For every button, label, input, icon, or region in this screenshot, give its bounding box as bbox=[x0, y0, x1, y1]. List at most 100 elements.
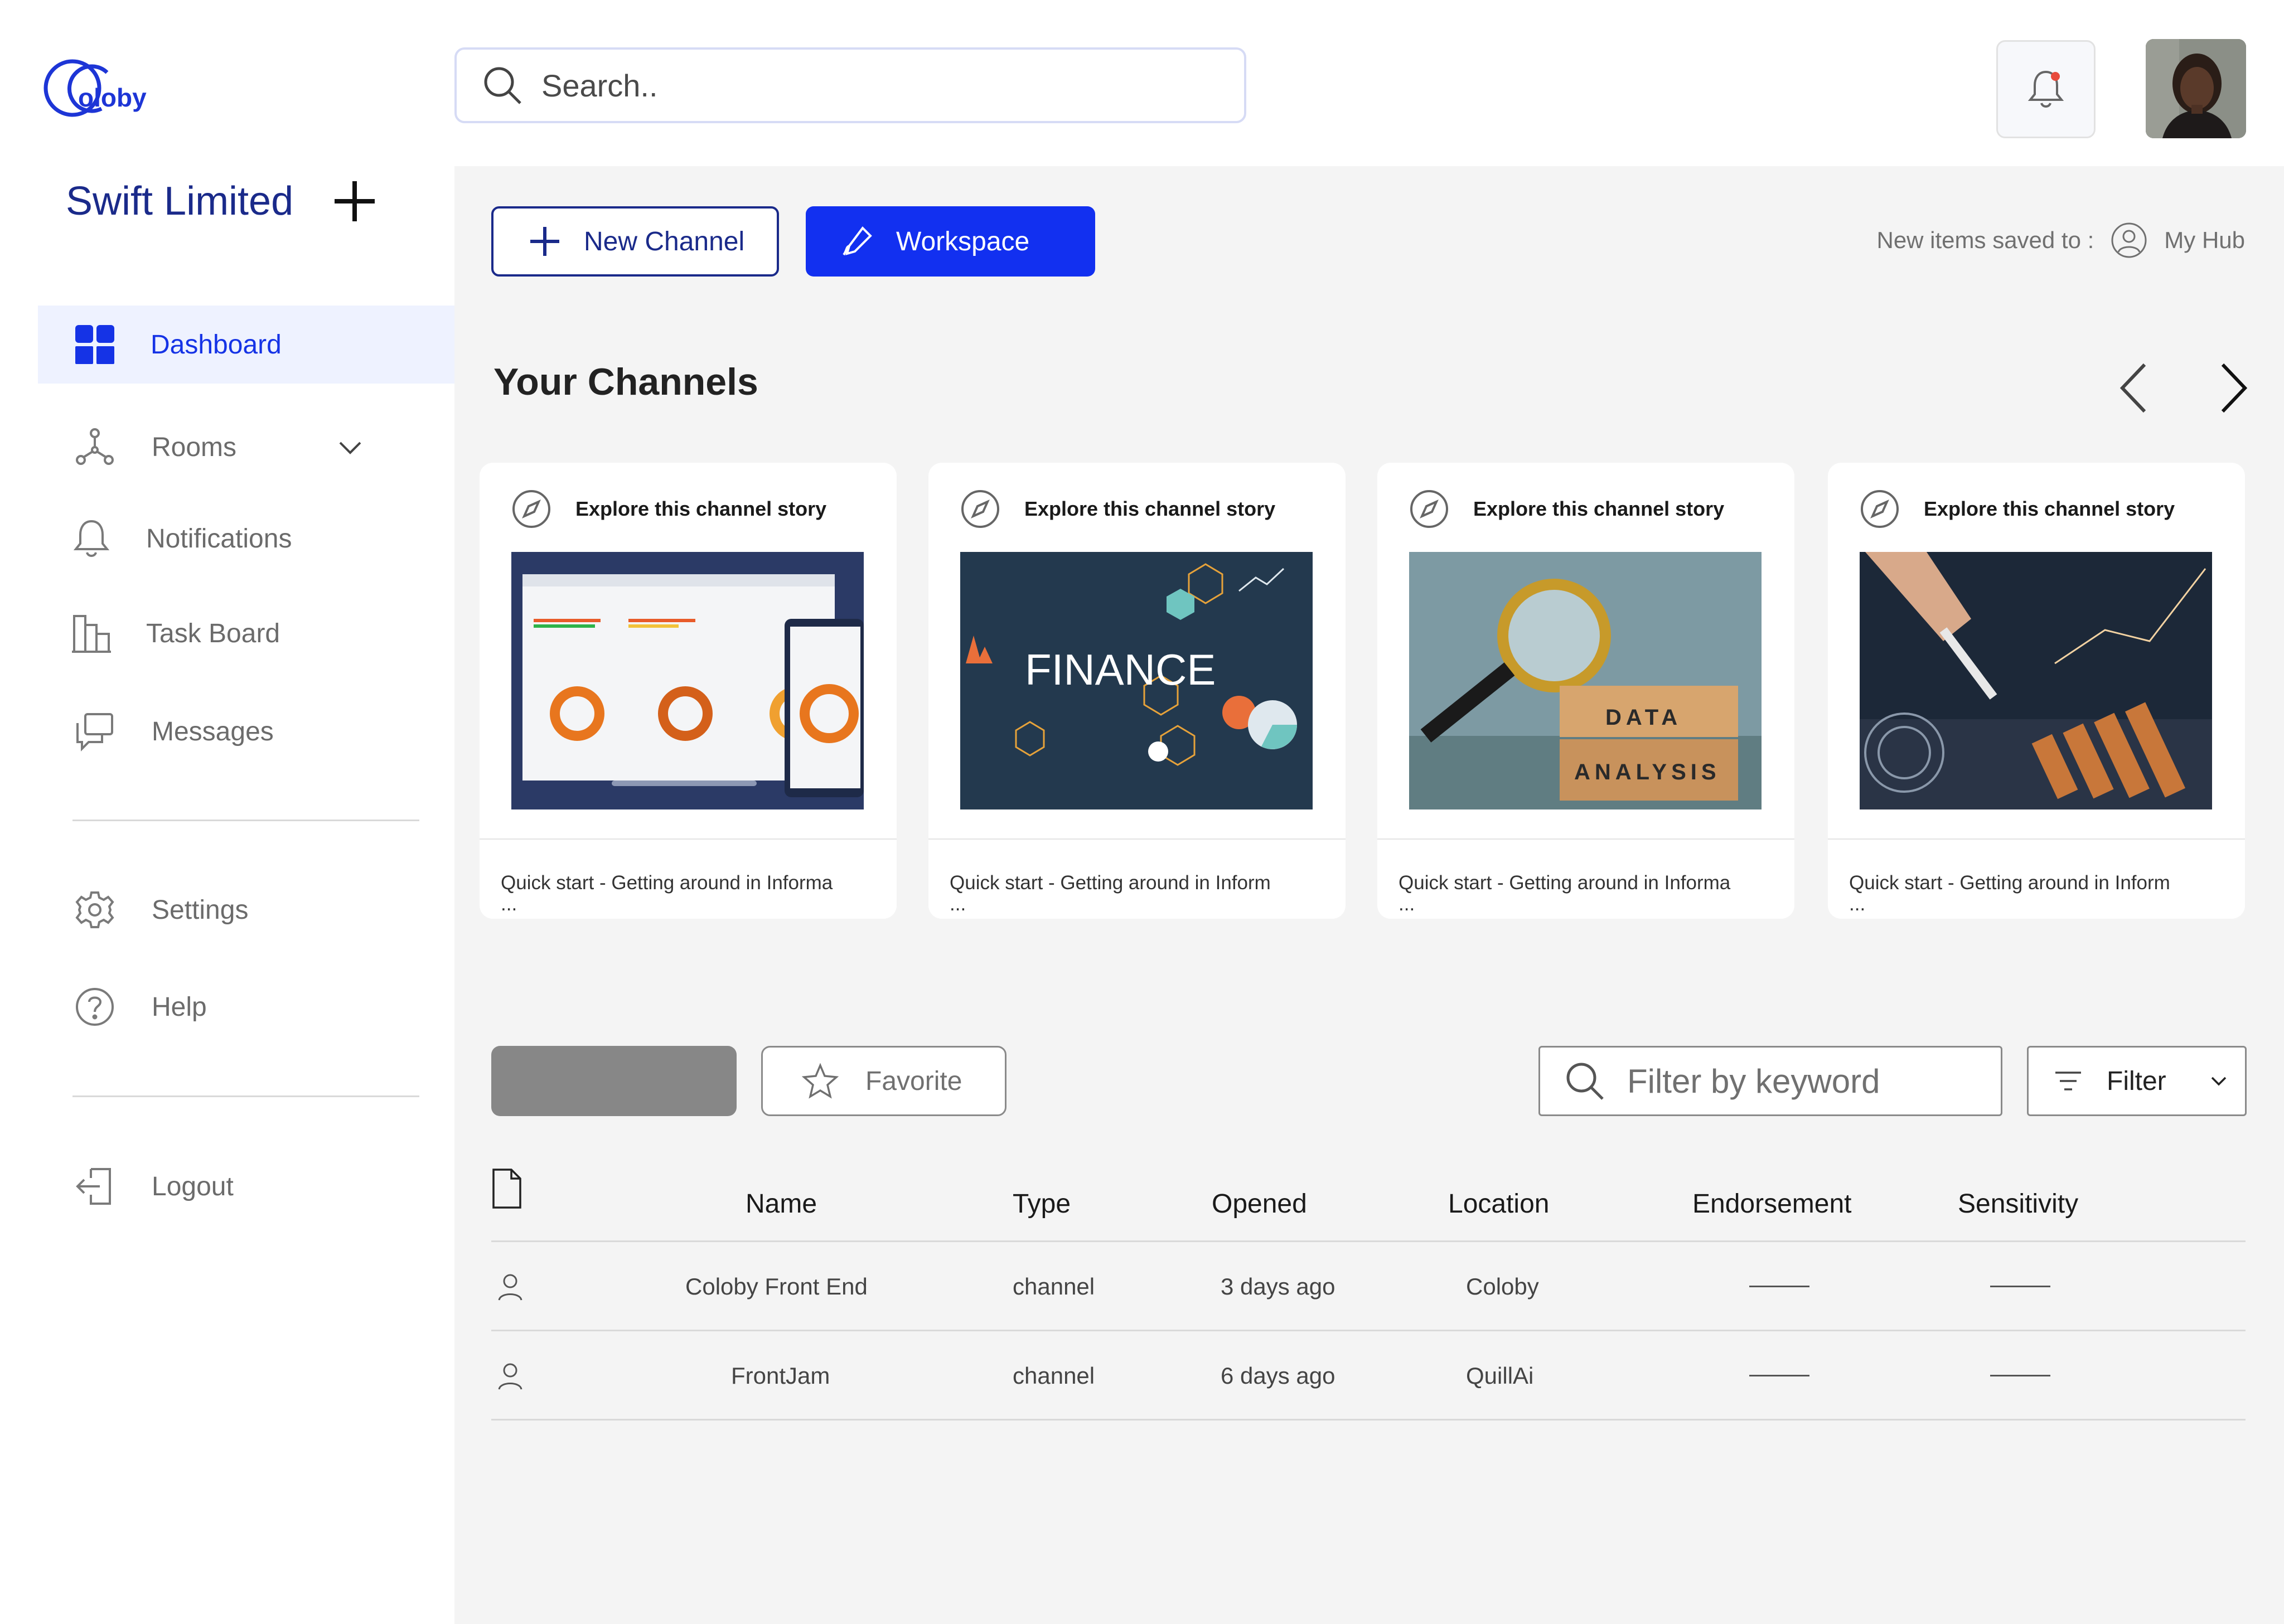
sidebar-item-label: Logout bbox=[152, 1171, 234, 1201]
channel-card[interactable]: Explore this channel story Quick start -… bbox=[480, 463, 897, 919]
compass-icon bbox=[512, 490, 550, 528]
search-icon bbox=[1566, 1063, 1604, 1100]
sidebar-item-settings[interactable]: Settings bbox=[38, 871, 454, 949]
channel-card[interactable]: Explore this channel story FINANCE Quick… bbox=[928, 463, 1346, 919]
cell-type: channel bbox=[1013, 1273, 1095, 1300]
chevron-down-icon[interactable] bbox=[333, 430, 367, 464]
save-location: New items saved to : My Hub bbox=[1876, 222, 2245, 259]
sidebar-item-label: Rooms bbox=[152, 432, 237, 462]
sidebar-item-label: Help bbox=[152, 992, 207, 1022]
column-header-opened[interactable]: Opened bbox=[1212, 1189, 1307, 1219]
task-board-icon bbox=[69, 611, 114, 656]
document-icon[interactable] bbox=[491, 1167, 522, 1210]
table-header: Name Type Opened Location Endorsement Se… bbox=[491, 1158, 2246, 1242]
add-org-button[interactable] bbox=[332, 179, 377, 224]
sidebar: oloby Swift Limited Dashboard Rooms Noti… bbox=[0, 0, 454, 1624]
recent-tab-button[interactable] bbox=[491, 1046, 737, 1116]
cell-opened: 3 days ago bbox=[1221, 1273, 1335, 1300]
channel-card[interactable]: Explore this channel story Quick start -… bbox=[1828, 463, 2245, 919]
card-caption: Quick start - Getting around in Informa bbox=[501, 872, 833, 894]
carousel-next-button[interactable] bbox=[2201, 356, 2262, 420]
compass-icon bbox=[1861, 490, 1899, 528]
avatar[interactable] bbox=[2146, 39, 2246, 138]
user-photo bbox=[2146, 39, 2246, 138]
main-content: New Channel Workspace New items saved to… bbox=[454, 166, 2284, 1624]
keyword-filter-input[interactable] bbox=[1627, 1061, 1990, 1101]
org-name[interactable]: Swift Limited bbox=[66, 178, 293, 224]
card-header-text: Explore this channel story bbox=[575, 497, 827, 520]
card-caption-more: ... bbox=[501, 893, 517, 915]
filter-label: Filter bbox=[2107, 1066, 2166, 1096]
search-input[interactable] bbox=[541, 67, 1211, 104]
compass-icon bbox=[1410, 490, 1448, 528]
saved-to-label: New items saved to : bbox=[1876, 227, 2094, 253]
card-caption: Quick start - Getting around in Inform bbox=[950, 872, 1271, 894]
card-header: Explore this channel story bbox=[1409, 488, 1724, 530]
chevron-left-icon bbox=[2120, 363, 2146, 413]
sidebar-item-dashboard[interactable]: Dashboard bbox=[38, 306, 454, 384]
sidebar-item-logout[interactable]: Logout bbox=[38, 1147, 454, 1225]
card-caption: Quick start - Getting around in Informa bbox=[1399, 872, 1731, 894]
channel-card[interactable]: Explore this channel story DATA ANALYSIS… bbox=[1377, 463, 1794, 919]
user-icon bbox=[498, 1274, 522, 1301]
card-header: Explore this channel story bbox=[1859, 488, 2175, 530]
card-caption-more: ... bbox=[1399, 893, 1415, 915]
cell-type: channel bbox=[1013, 1363, 1095, 1389]
column-header-location[interactable]: Location bbox=[1448, 1189, 1549, 1219]
sidebar-item-label: Dashboard bbox=[151, 329, 282, 360]
sidebar-item-messages[interactable]: Messages bbox=[38, 692, 454, 770]
logo-text: oloby bbox=[78, 83, 147, 112]
column-header-endorsement[interactable]: Endorsement bbox=[1692, 1189, 1852, 1219]
thumb-text-line-2: ANALYSIS bbox=[1574, 760, 1721, 784]
bell-icon bbox=[69, 516, 114, 561]
logout-icon bbox=[72, 1164, 117, 1209]
workspace-button[interactable]: Workspace bbox=[806, 206, 1095, 277]
filter-dropdown[interactable]: Filter bbox=[2027, 1046, 2247, 1116]
card-divider bbox=[1377, 838, 1794, 840]
cell-sensitivity-empty bbox=[1990, 1375, 2050, 1376]
cell-opened: 6 days ago bbox=[1221, 1363, 1335, 1389]
table-row[interactable]: Coloby Front End channel 3 days ago Colo… bbox=[491, 1242, 2246, 1331]
card-header-text: Explore this channel story bbox=[1924, 497, 2175, 520]
cell-endorsement-empty bbox=[1749, 1375, 1809, 1376]
chevron-right-icon bbox=[2221, 363, 2248, 413]
app-logo[interactable]: oloby bbox=[40, 56, 147, 123]
dashboard-icon bbox=[72, 322, 117, 367]
chevron-down-icon bbox=[2211, 1077, 2226, 1086]
sidebar-item-rooms[interactable]: Rooms bbox=[38, 408, 454, 486]
user-icon bbox=[2111, 222, 2147, 258]
search-box[interactable] bbox=[454, 47, 1246, 123]
card-caption: Quick start - Getting around in Inform bbox=[1849, 872, 2170, 894]
column-header-sensitivity[interactable]: Sensitivity bbox=[1958, 1189, 2078, 1219]
channels-table: Name Type Opened Location Endorsement Se… bbox=[491, 1158, 2246, 1421]
star-icon bbox=[802, 1063, 839, 1099]
table-row[interactable]: FrontJam channel 6 days ago QuillAi bbox=[491, 1331, 2246, 1421]
favorite-label: Favorite bbox=[865, 1066, 962, 1096]
cell-endorsement-empty bbox=[1749, 1286, 1809, 1287]
pen-icon bbox=[843, 226, 872, 256]
carousel-prev-button[interactable] bbox=[2105, 356, 2166, 420]
card-header: Explore this channel story bbox=[511, 488, 826, 530]
saved-to-target[interactable]: My Hub bbox=[2164, 227, 2245, 254]
card-divider bbox=[928, 838, 1346, 840]
keyword-filter[interactable] bbox=[1538, 1046, 2002, 1116]
sidebar-item-help[interactable]: Help bbox=[38, 968, 454, 1046]
favorite-button[interactable]: Favorite bbox=[761, 1046, 1006, 1116]
data-analysis-image: DATA ANALYSIS bbox=[1409, 552, 1762, 809]
section-title: Your Channels bbox=[493, 361, 758, 403]
column-header-name[interactable]: Name bbox=[746, 1189, 817, 1219]
cell-location: QuillAi bbox=[1466, 1363, 1534, 1389]
notifications-button[interactable] bbox=[1996, 40, 2096, 138]
bell-icon bbox=[2027, 70, 2064, 108]
card-header-text: Explore this channel story bbox=[1473, 497, 1725, 520]
workspace-label: Workspace bbox=[896, 226, 1030, 256]
cell-sensitivity-empty bbox=[1990, 1286, 2050, 1287]
sidebar-item-notifications[interactable]: Notifications bbox=[38, 500, 454, 578]
column-header-type[interactable]: Type bbox=[1013, 1189, 1071, 1219]
card-header: Explore this channel story bbox=[960, 488, 1275, 530]
sidebar-item-task-board[interactable]: Task Board bbox=[38, 594, 454, 672]
compass-icon bbox=[961, 490, 999, 528]
new-channel-button[interactable]: New Channel bbox=[491, 206, 779, 277]
sidebar-item-label: Messages bbox=[152, 716, 274, 746]
dashboard-laptop-image bbox=[511, 552, 864, 809]
